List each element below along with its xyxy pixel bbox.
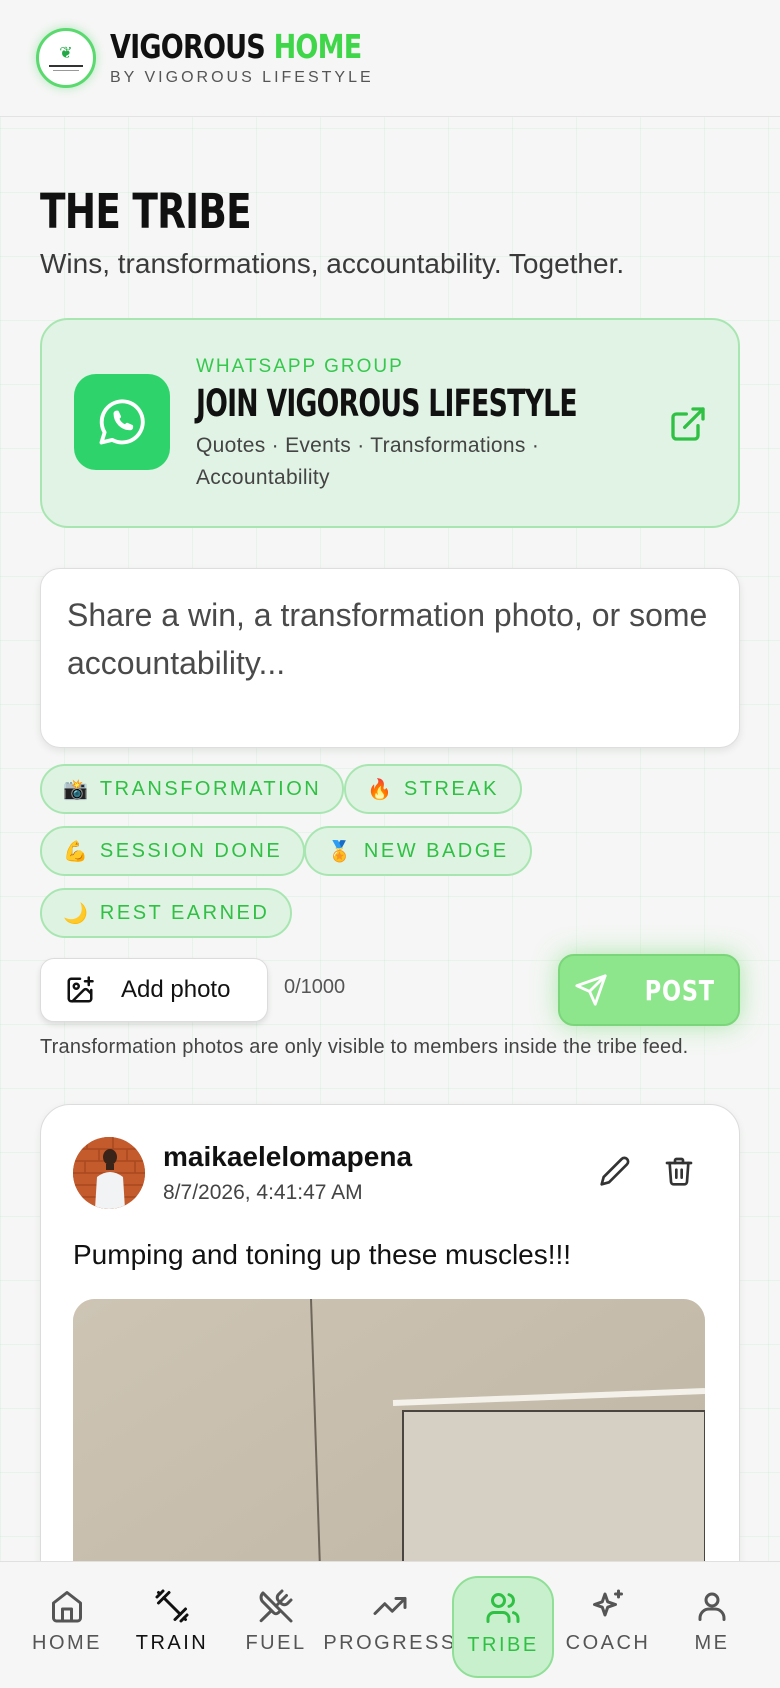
camera-flash-icon: 📸 (63, 778, 88, 801)
tag-rest-earned[interactable]: 🌙 REST EARNED (40, 888, 293, 938)
brand-primary: VIGOROUS (110, 27, 266, 66)
flexed-bicep-icon: 💪 (63, 840, 88, 863)
brand-logo[interactable]: ❦ (36, 28, 96, 88)
user-icon (698, 1592, 726, 1621)
logo-wordmark (49, 64, 83, 67)
brand-subtitle: BY VIGOROUS LIFESTYLE (110, 69, 374, 86)
logo-tagline (53, 69, 79, 71)
tag-label: STREAK (403, 777, 499, 800)
pencil-icon[interactable] (599, 1155, 631, 1192)
app-header: ❦ VIGOROUS HOME BY VIGOROUS LIFESTYLE (0, 0, 780, 117)
tag-label: REST EARNED (99, 901, 270, 924)
post-body: Pumping and toning up these muscles!!! (73, 1239, 572, 1270)
whatsapp-eyebrow: WHATSAPP GROUP (196, 356, 404, 377)
utensils-icon (259, 1589, 293, 1623)
whatsapp-group-card[interactable]: WHATSAPP GROUP JOIN VIGOROUS LIFESTYLE Q… (40, 318, 740, 528)
leaf-logo-icon: ❦ (59, 44, 73, 62)
tag-label: NEW BADGE (363, 839, 509, 862)
tag-label: SESSION DONE (99, 839, 283, 862)
post-input[interactable] (67, 591, 713, 725)
whatsapp-icon (74, 374, 170, 470)
nav-label: FUEL (245, 1632, 307, 1654)
brand-text: VIGOROUS HOME BY VIGOROUS LIFESTYLE (110, 29, 417, 87)
tag-streak[interactable]: 🔥 STREAK (344, 764, 522, 814)
whatsapp-description: Quotes · Events · Transformations · Acco… (196, 434, 540, 489)
home-icon (52, 1591, 82, 1623)
whatsapp-title: JOIN VIGOROUS LIFESTYLE (196, 382, 578, 425)
dumbbell-icon (155, 1589, 189, 1623)
brand-accent: HOME (273, 27, 363, 66)
character-count: 0/1000 (284, 976, 346, 998)
medal-icon: 🏅 (327, 840, 352, 863)
nav-label: TRIBE (467, 1634, 539, 1656)
post-username[interactable]: maikaelelomapena (163, 1141, 412, 1173)
nav-item-tribe[interactable]: TRIBE (452, 1576, 554, 1678)
nav-item-fuel[interactable]: FUEL (225, 1576, 327, 1678)
tag-label: TRANSFORMATION (99, 777, 322, 800)
nav-label: HOME (32, 1632, 102, 1654)
sparkles-icon (593, 1589, 623, 1617)
tag-new-badge[interactable]: 🏅 NEW BADGE (304, 826, 532, 876)
add-photo-label: Add photo (121, 976, 231, 1003)
brand-title: VIGOROUS HOME (110, 27, 363, 66)
nav-item-me[interactable]: ME (661, 1576, 763, 1678)
trending-up-icon (373, 1597, 407, 1615)
moon-icon: 🌙 (63, 902, 88, 925)
post-timestamp: 8/7/2026, 4:41:47 AM (163, 1181, 363, 1204)
bottom-nav: HOME TRAIN FUEL PROGRESS TRIBE COACH ME (0, 1561, 780, 1688)
users-icon (486, 1593, 520, 1623)
nav-item-home[interactable]: HOME (16, 1576, 118, 1678)
nav-item-train[interactable]: TRAIN (121, 1576, 223, 1678)
nav-label: PROGRESS (323, 1632, 457, 1654)
privacy-note: Transformation photos are only visible t… (40, 1036, 689, 1058)
nav-label: TRAIN (135, 1632, 209, 1654)
send-icon (575, 974, 607, 1006)
page-subtitle: Wins, transformations, accountability. T… (40, 248, 625, 279)
nav-item-progress[interactable]: PROGRESS (323, 1576, 454, 1678)
nav-label: ME (694, 1632, 730, 1654)
nav-label: COACH (565, 1632, 651, 1654)
fire-icon: 🔥 (367, 778, 392, 801)
nav-item-coach[interactable]: COACH (557, 1576, 659, 1678)
image-plus-icon (67, 976, 94, 1003)
add-photo-button[interactable]: Add photo (40, 958, 268, 1022)
trash-icon[interactable] (663, 1155, 695, 1192)
post-button-label: POST (644, 973, 716, 1007)
page-title: THE TRIBE (40, 184, 252, 240)
avatar[interactable] (73, 1137, 145, 1209)
external-link-icon[interactable] (668, 404, 708, 444)
post-composer (40, 568, 740, 748)
tag-session-done[interactable]: 💪 SESSION DONE (40, 826, 306, 876)
tag-transformation[interactable]: 📸 TRANSFORMATION (40, 764, 345, 814)
post-button[interactable]: POST (558, 954, 740, 1026)
